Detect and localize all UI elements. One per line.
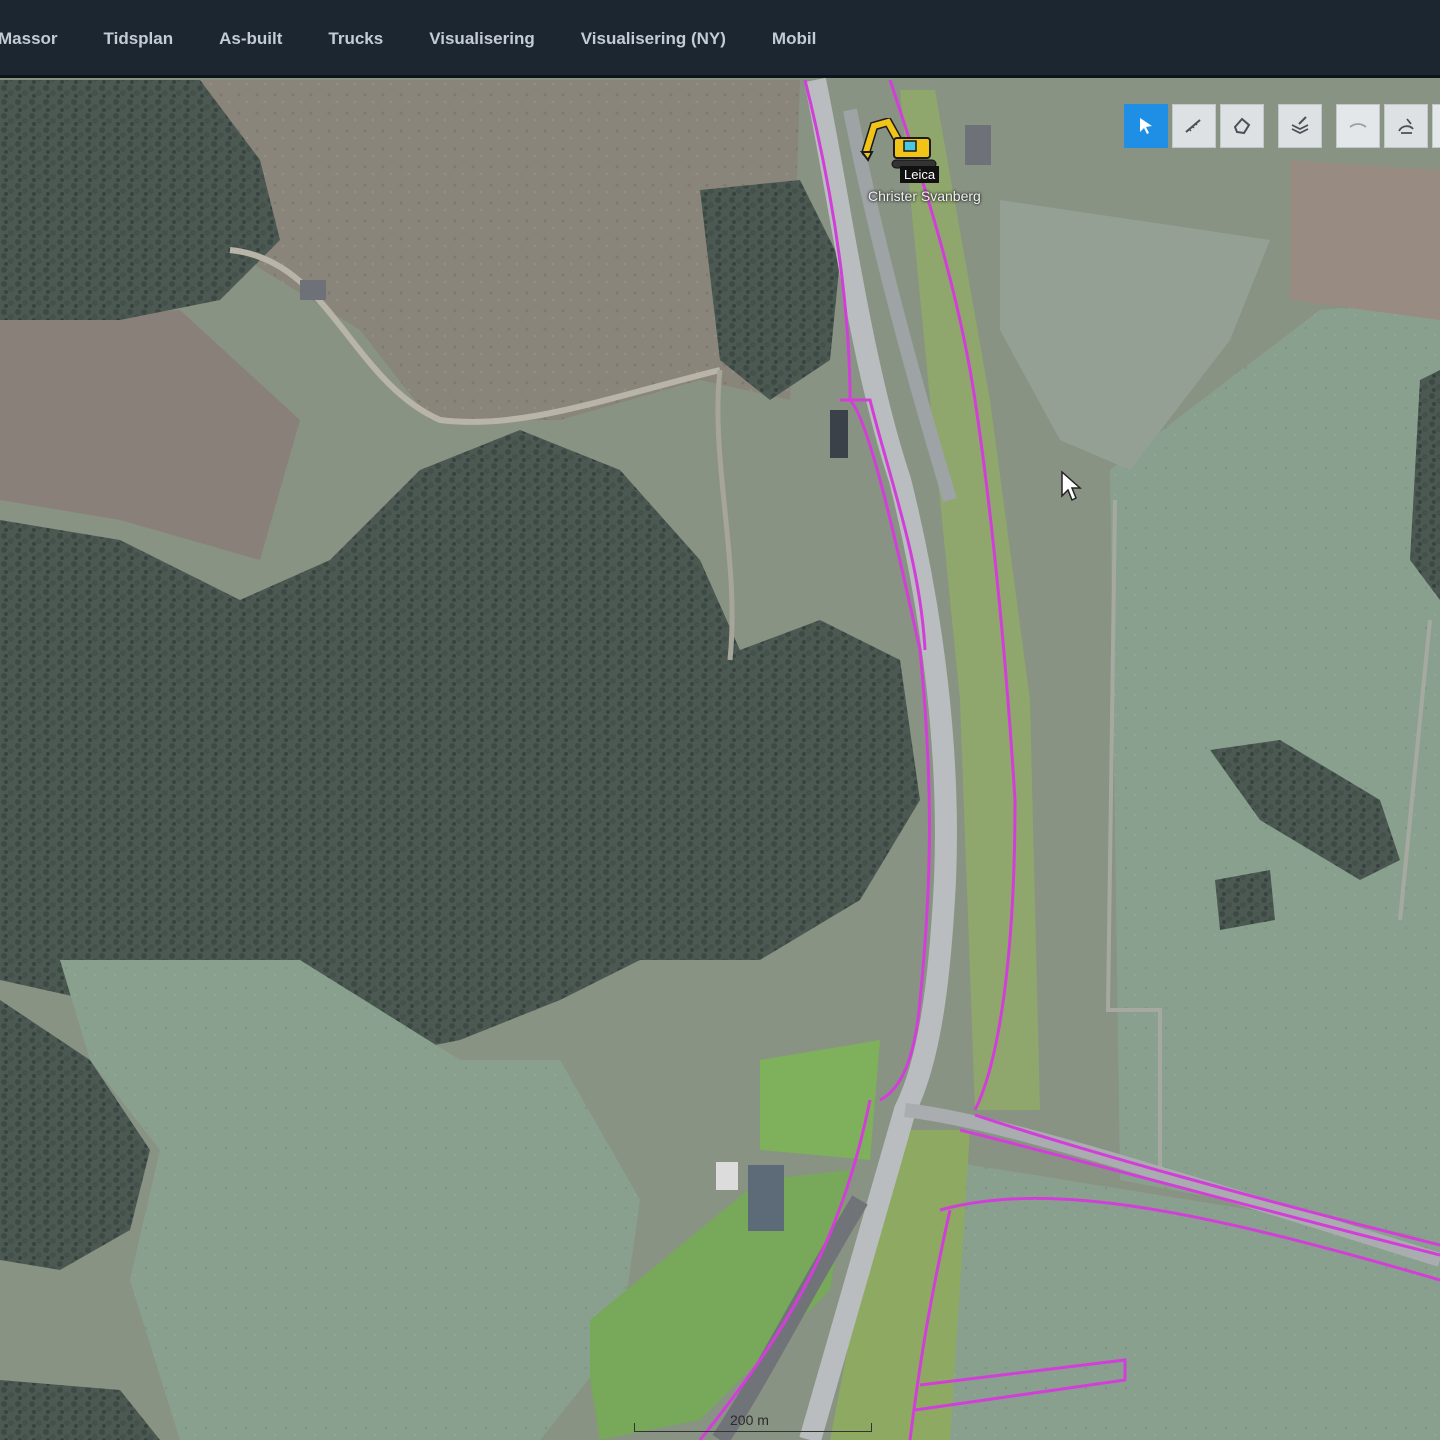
nav-item-trucks[interactable]: Trucks [328,29,383,49]
nav-item-as-built[interactable]: As-built [219,29,282,49]
pointer-select-icon[interactable] [1124,104,1168,148]
surface-icon[interactable] [1336,104,1380,148]
map-toolbar [1124,104,1440,148]
bright-lawn [760,1040,880,1160]
nav-item-visualisering-ny[interactable]: Visualisering (NY) [581,29,726,49]
sketch-icon[interactable] [1384,104,1428,148]
map-imagery [0,78,1440,1440]
nav-item-visualisering[interactable]: Visualisering [429,29,535,49]
edit-layers-icon[interactable] [1278,104,1322,148]
building [748,1165,784,1231]
measure-area-icon[interactable] [1220,104,1264,148]
vehicle-marker[interactable]: Leica Christer Svanberg [858,116,1018,210]
nav-item-mobil[interactable]: Mobil [772,29,816,49]
scale-label: 200 m [730,1412,769,1428]
mouse-cursor-icon [1061,470,1082,502]
more-tools-icon[interactable] [1432,104,1440,148]
top-navigation-bar: Massor Tidsplan As-built Trucks Visualis… [0,0,1440,78]
tree-line [1215,870,1275,930]
nav-item-massor[interactable]: Massor [0,29,58,49]
nav-item-tidsplan[interactable]: Tidsplan [104,29,174,49]
building [830,410,848,458]
measure-line-icon[interactable] [1172,104,1216,148]
vehicle-tag: Leica [900,166,940,183]
main-nav: Massor Tidsplan As-built Trucks Visualis… [0,0,816,78]
operator-name: Christer Svanberg [868,188,981,204]
building [716,1162,738,1190]
scale-bar: 200 m [634,1412,872,1434]
satellite-map[interactable] [0,78,1440,1440]
building [300,280,326,300]
bare-field [1290,160,1440,320]
